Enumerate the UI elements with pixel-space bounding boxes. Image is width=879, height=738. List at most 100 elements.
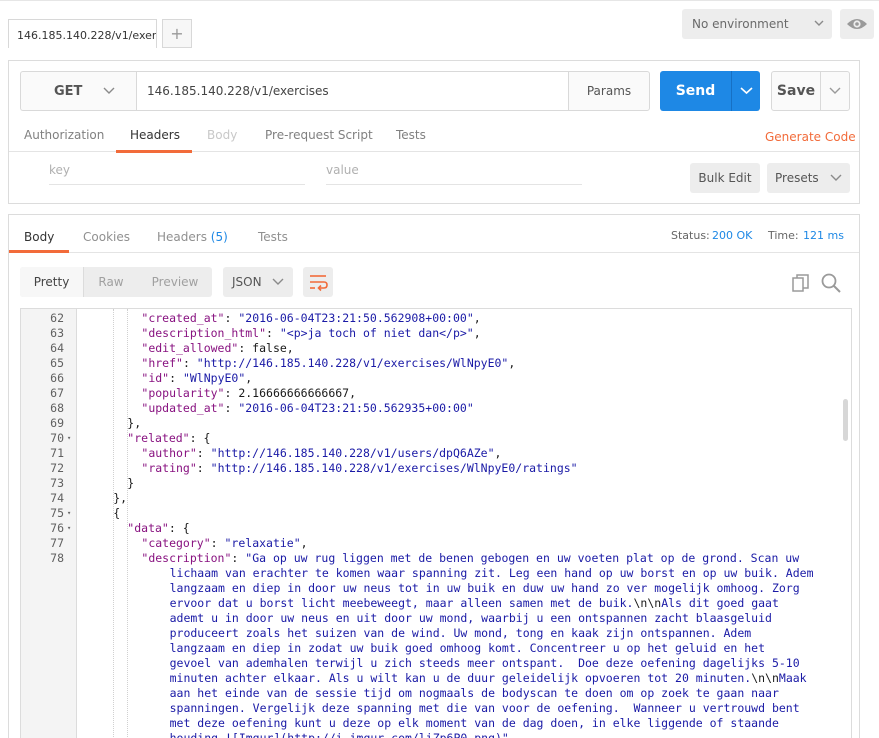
json-key: "created_at" <box>141 311 225 325</box>
line-number: 72 <box>50 461 64 475</box>
code-text: "data": { <box>127 521 189 536</box>
tab-bar: 146.185.140.228/v1/exerci + No environme… <box>0 0 879 49</box>
url-input[interactable]: 146.185.140.228/v1/exercises <box>136 71 569 111</box>
search-icon[interactable] <box>820 272 842 294</box>
code-line: houding.![Imgur](http://i.imgur.com/liZp… <box>21 731 841 738</box>
json-key: "id" <box>141 371 170 385</box>
json-key: "category" <box>141 536 211 550</box>
code-text: "edit_allowed": false, <box>141 341 293 356</box>
save-button[interactable]: Save <box>771 71 821 111</box>
header-key-input[interactable]: key <box>49 161 305 185</box>
time-label: Time: <box>768 229 799 242</box>
code-line: 64 "edit_allowed": false, <box>21 341 841 356</box>
generate-code-link[interactable]: Generate Code <box>765 130 856 144</box>
code-text: gevoel van ademhalen terwijl u zich stee… <box>170 656 800 671</box>
header-value-input[interactable]: value <box>326 161 582 185</box>
code-text: spanningen. Vergelijk deze spanning met … <box>170 701 800 716</box>
line-number: 76 <box>50 521 64 535</box>
json-string: lichaam van erachter te komen waar spann… <box>169 566 814 580</box>
format-raw-button[interactable]: Raw <box>84 267 138 297</box>
code-line: 70 ▾ "related": { <box>21 431 841 446</box>
code-line: 77 "category": "relaxatie", <box>21 536 841 551</box>
editor-scrollbar[interactable] <box>843 399 848 441</box>
tab-response-body[interactable]: Body <box>24 230 54 244</box>
code-text: ademt u in door uw neus en uit door uw m… <box>170 611 772 626</box>
json-punctuation: : <box>231 551 246 565</box>
json-punctuation: : { <box>168 521 190 535</box>
request-tab[interactable]: 146.185.140.228/v1/exerci <box>8 19 157 49</box>
response-body-editor[interactable]: 62 "created_at": "2016-06-04T23:21:50.562… <box>20 308 852 738</box>
line-number: 78 <box>50 551 64 565</box>
json-string: "http://146.185.140.228/v1/exercises/WlN… <box>210 461 578 475</box>
code-line: 65 "href": "http://146.185.140.228/v1/exe… <box>21 356 841 371</box>
format-preview-button[interactable]: Preview <box>138 267 212 297</box>
code-text: aan het einde van de sessie tijd om nogm… <box>170 686 779 701</box>
copy-icon[interactable] <box>791 273 811 293</box>
line-number: 73 <box>50 476 64 490</box>
json-key: "data" <box>127 521 169 535</box>
fold-toggle-icon[interactable]: ▾ <box>67 521 71 536</box>
chevron-down-icon <box>103 87 115 94</box>
code-line: 69}, <box>21 416 841 431</box>
presets-dropdown[interactable]: Presets <box>767 163 850 193</box>
save-options-button[interactable] <box>820 71 850 111</box>
json-punctuation: , <box>473 326 481 340</box>
code-text: minuten achter elkaar. Als u wilt kan u … <box>170 671 807 686</box>
code-line: 73} <box>21 476 841 491</box>
format-pretty-button[interactable]: Pretty <box>20 267 84 297</box>
tab-response-tests[interactable]: Tests <box>258 230 288 244</box>
json-punctuation: , <box>494 446 502 460</box>
json-string: Maak <box>778 671 807 685</box>
code-text: "author": "http://146.185.140.228/v1/use… <box>141 446 501 461</box>
tab-headers[interactable]: Headers <box>130 128 180 142</box>
active-tab-indicator <box>9 250 69 253</box>
json-punctuation: \n\n <box>633 596 662 610</box>
header-row: key value Bulk Edit Presets <box>9 153 859 203</box>
bulk-edit-button[interactable]: Bulk Edit <box>690 163 760 193</box>
fold-toggle-icon[interactable]: ▾ <box>67 506 71 521</box>
json-punctuation: : 2.16666666666667, <box>224 386 357 400</box>
json-punctuation: : <box>266 326 280 340</box>
code-text: "href": "http://146.185.140.228/v1/exerc… <box>141 356 515 371</box>
method-select[interactable]: GET <box>20 71 137 111</box>
environment-select[interactable]: No environment <box>682 9 832 39</box>
language-select[interactable]: JSON <box>223 267 293 297</box>
code-line: 67 "popularity": 2.16666666666667, <box>21 386 841 401</box>
code-text: langzaam en diep in zodat uw buik goed o… <box>170 641 765 656</box>
json-punctuation: , <box>245 371 253 385</box>
tab-body[interactable]: Body <box>207 128 237 142</box>
request-tab-underline <box>8 48 157 49</box>
tab-authorization[interactable]: Authorization <box>24 128 104 142</box>
code-line: ervoor dat u borst licht meebeweegt, maa… <box>21 596 841 611</box>
headers-count-badge: (5) <box>210 230 228 244</box>
json-punctuation: { <box>113 506 121 520</box>
send-options-button[interactable] <box>731 71 760 111</box>
line-number: 67 <box>50 386 64 400</box>
eye-icon <box>847 19 867 29</box>
tab-response-cookies[interactable]: Cookies <box>83 230 130 244</box>
send-button[interactable]: Send <box>660 71 731 111</box>
environment-quick-look-button[interactable] <box>840 9 874 39</box>
status-value: 200 OK <box>712 229 753 242</box>
json-punctuation: \n\n <box>751 671 779 685</box>
code-line: 75 ▾ { <box>21 506 841 521</box>
code-line: 62 "created_at": "2016-06-04T23:21:50.562… <box>21 311 841 326</box>
wrap-lines-button[interactable] <box>303 267 333 297</box>
json-string: gevoel van ademhalen terwijl u zich stee… <box>169 656 800 670</box>
code-line: ademt u in door uw neus en uit door uw m… <box>21 611 841 626</box>
chevron-down-icon <box>740 87 753 95</box>
tab-response-headers[interactable]: Headers (5) <box>157 230 228 244</box>
fold-toggle-icon[interactable]: ▾ <box>67 431 71 446</box>
chevron-down-icon <box>829 87 841 94</box>
code-text: }, <box>113 491 127 506</box>
code-line: 76 ▾ "data": { <box>21 521 841 536</box>
tab-response-headers-label: Headers <box>157 230 207 244</box>
params-button[interactable]: Params <box>568 71 650 111</box>
tab-tests[interactable]: Tests <box>396 128 426 142</box>
code-text: "popularity": 2.16666666666667, <box>141 386 356 401</box>
tab-pre-request-script[interactable]: Pre-request Script <box>265 128 373 142</box>
add-tab-button[interactable]: + <box>162 19 192 48</box>
json-punctuation: , <box>473 311 481 325</box>
json-punctuation: : <box>182 356 197 370</box>
json-key: "related" <box>127 431 190 445</box>
